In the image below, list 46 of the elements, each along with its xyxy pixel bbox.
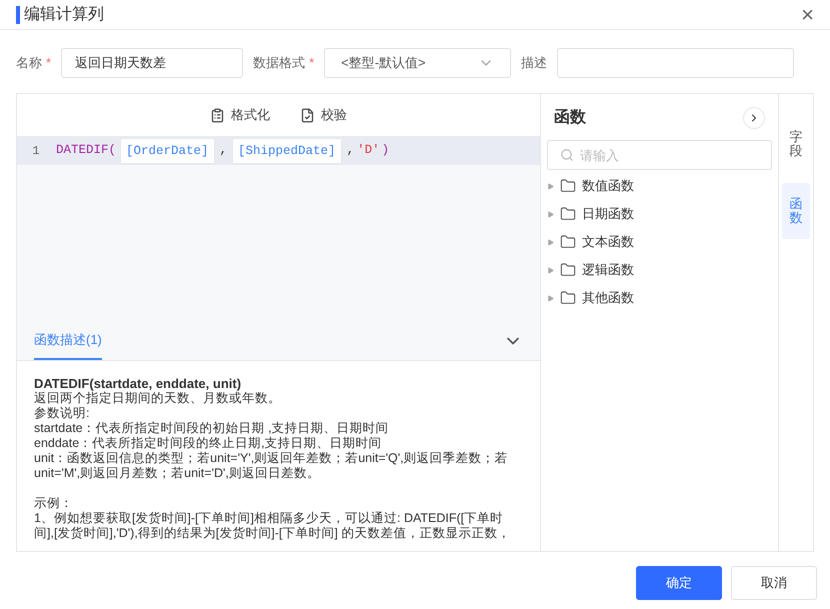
- text-input[interactable]: [557, 48, 794, 78]
- confirm-button[interactable]: 确定: [636, 566, 722, 600]
- tree-item[interactable]: 日期函数: [547, 200, 772, 228]
- line-number: 1: [17, 136, 55, 165]
- caret-right-icon: [547, 266, 554, 274]
- required-mark: *: [46, 54, 52, 72]
- required-mark: *: [309, 54, 314, 72]
- field-label: 名称: [16, 54, 42, 72]
- toolbar-button[interactable]: 校验: [300, 105, 347, 125]
- panel-title: 函数: [554, 108, 586, 128]
- title-accent-bar: [16, 6, 20, 24]
- document-check-icon: [300, 108, 315, 122]
- text-input[interactable]: 返回日期天数差: [61, 48, 244, 78]
- tree-item[interactable]: 逻辑函数: [547, 256, 772, 284]
- caret-right-icon: [547, 210, 554, 218]
- folder-icon: [560, 290, 576, 306]
- window-title: 编辑计算列: [24, 4, 104, 24]
- description-text: startdate：代表所指定时间段的初始日期 ,支持日期、日期时间: [34, 421, 390, 436]
- description-text: enddate：代表所指定时间段的终止日期,支持日期、日期时间: [34, 436, 383, 451]
- clipboard-icon: [210, 108, 225, 122]
- tree-item[interactable]: 数值函数: [547, 172, 772, 200]
- search-field[interactable]: 请输入: [547, 140, 772, 170]
- description-text: 参数说明:: [34, 406, 90, 421]
- caret-right-icon: [547, 182, 554, 190]
- folder-icon: [560, 178, 576, 194]
- function-signature: DATEDIF(startdate, enddate, unit): [34, 376, 242, 391]
- folder-icon: [560, 234, 576, 250]
- caret-right-icon: [547, 238, 554, 246]
- description-text: unit：函数返回信息的类型；若unit='Y',则返回年差数；若unit='Q',则返回季差数；若unit='M',则返回月差数；若unit='D',则返回日差数。: [34, 451, 509, 481]
- folder-icon: [560, 262, 576, 278]
- description-text: 返回两个指定日期间的天数、月数或年数。: [34, 391, 282, 406]
- tree-item[interactable]: 文本函数: [547, 228, 772, 256]
- expand-button[interactable]: [743, 107, 765, 129]
- toolbar-button[interactable]: 格式化: [210, 105, 270, 125]
- caret-right-icon: [547, 294, 554, 302]
- tree-item[interactable]: 其他函数: [547, 284, 772, 312]
- search-icon: [560, 148, 574, 162]
- field-label: 数据格式: [253, 54, 306, 72]
- description-text: 示例：: [34, 496, 74, 511]
- description-text: 1、例如想要获取[发货时间]-[下单时间]相相隔多少天，可以通过: DATEDIF([下单时间],[发货时间],'D'),得到的结果为[发货时间]-[下单时间] 的天数差值，正数显示正数，: [34, 511, 512, 541]
- select-field[interactable]: <整型-默认值>: [324, 48, 512, 78]
- side-tab[interactable]: 字段: [782, 116, 810, 173]
- field-label: 描述: [521, 54, 548, 72]
- cancel-button[interactable]: 取消: [731, 566, 817, 600]
- close-button[interactable]: ×: [801, 4, 814, 26]
- folder-icon: [560, 206, 576, 222]
